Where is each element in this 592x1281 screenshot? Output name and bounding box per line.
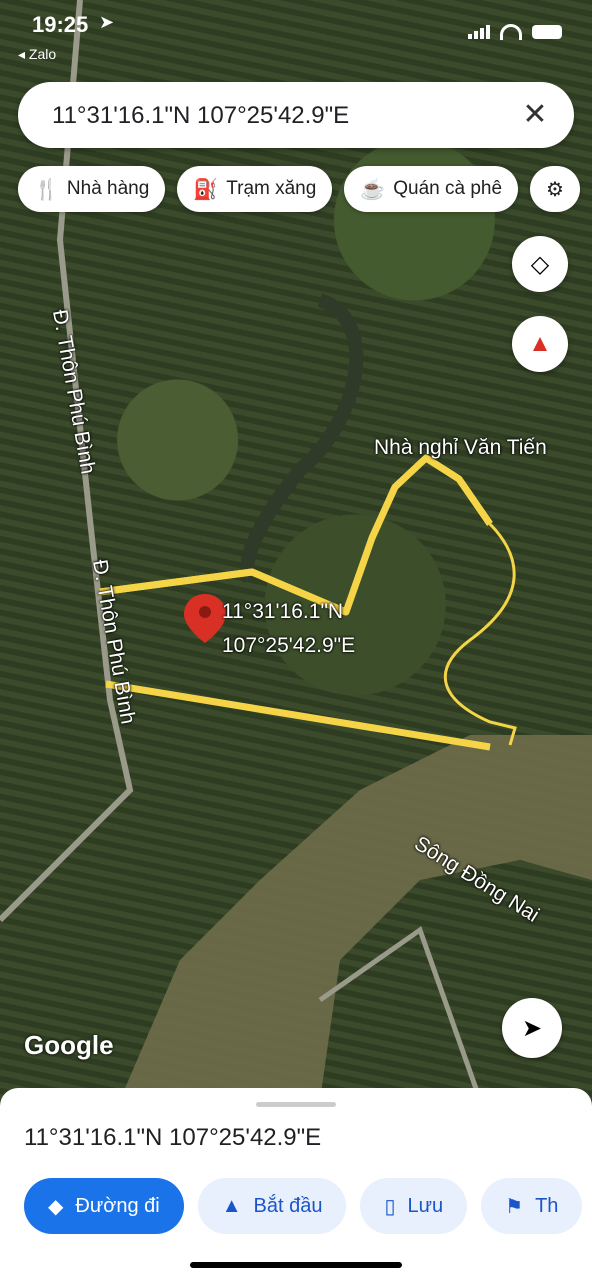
pin-label-line2: 107°25'42.9"E [222, 634, 356, 657]
start-button[interactable]: ▲ Bắt đầu [197, 1178, 347, 1234]
fork-knife-icon: 🍴 [34, 178, 59, 201]
more-icon: ⚙ [546, 178, 564, 201]
chip-label: Nhà hàng [66, 178, 150, 199]
google-attribution: Google [24, 1030, 114, 1060]
directions-button[interactable]: ◆ Đường đi [24, 1178, 184, 1234]
chip-label: Trạm xăng [226, 178, 317, 199]
layers-icon: ◇ [530, 250, 550, 278]
map-graphics [0, 0, 592, 1100]
compass-button[interactable]: ▲ [512, 316, 568, 372]
status-bar: 19:25 ➤ ◂ Zalo [0, 0, 592, 70]
chip-coffee[interactable]: ☕ Quán cà phê [344, 166, 519, 212]
compass-icon: ▲ [528, 330, 552, 357]
save-button[interactable]: ▯ Lưu [360, 1178, 468, 1234]
label-button[interactable]: ⚑ Th [481, 1178, 583, 1234]
button-label: Bắt đầu [253, 1194, 323, 1217]
navigation-arrow-icon: ➤ [521, 1014, 543, 1042]
layers-button[interactable]: ◇ [512, 236, 568, 292]
search-bar[interactable]: 11°31'16.1"N 107°25'42.9"E ✕ [18, 82, 574, 148]
clock: 19:25 [32, 12, 89, 37]
secondary-boundary [443, 522, 517, 746]
home-indicator[interactable] [190, 1262, 402, 1268]
my-location-button[interactable]: ➤ [502, 998, 562, 1058]
close-icon[interactable]: ✕ [516, 96, 554, 134]
gas-station-icon: ⛽ [193, 178, 219, 201]
system-icons [468, 24, 562, 40]
location-arrow-icon: ➤ [99, 12, 115, 32]
signal-icon [468, 25, 490, 39]
button-label: Th [535, 1194, 559, 1217]
battery-icon [532, 25, 562, 39]
navigation-icon: ▲ [221, 1194, 242, 1217]
category-chips: 🍴 Nhà hàng ⛽ Trạm xăng ☕ Quán cà phê ⚙ [18, 166, 580, 212]
chip-gas-stations[interactable]: ⛽ Trạm xăng [177, 166, 333, 212]
action-buttons: ◆ Đường đi ▲ Bắt đầu ▯ Lưu ⚑ Th [24, 1178, 583, 1234]
pin-label-line1: 11°31'16.1"N [222, 600, 344, 623]
chip-more[interactable]: ⚙ [530, 166, 580, 212]
bookmark-icon: ▯ [384, 1195, 396, 1218]
chip-restaurants[interactable]: 🍴 Nhà hàng [18, 166, 166, 212]
back-to-app-link[interactable]: ◂ Zalo [18, 46, 56, 63]
poi-label[interactable]: Nhà nghỉ Văn Tiến [374, 436, 547, 460]
stream [240, 293, 364, 584]
bottom-sheet[interactable]: 11°31'16.1"N 107°25'42.9"E ◆ Đường đi ▲ … [0, 1088, 592, 1281]
flag-icon: ⚑ [505, 1195, 524, 1218]
map-view[interactable]: 19:25 ➤ ◂ Zalo 11°31'16.1"N 107°25'42.9"… [0, 0, 592, 1100]
button-label: Đường đi [75, 1194, 160, 1217]
directions-icon: ◆ [48, 1195, 64, 1218]
drag-handle[interactable] [256, 1102, 336, 1107]
wifi-icon [500, 24, 522, 40]
place-title: 11°31'16.1"N 107°25'42.9"E [24, 1124, 322, 1151]
map-pin-icon [184, 594, 226, 643]
search-query[interactable]: 11°31'16.1"N 107°25'42.9"E [52, 102, 349, 130]
coffee-cup-icon: ☕ [360, 178, 386, 201]
button-label: Lưu [407, 1194, 444, 1217]
chip-label: Quán cà phê [393, 178, 503, 199]
